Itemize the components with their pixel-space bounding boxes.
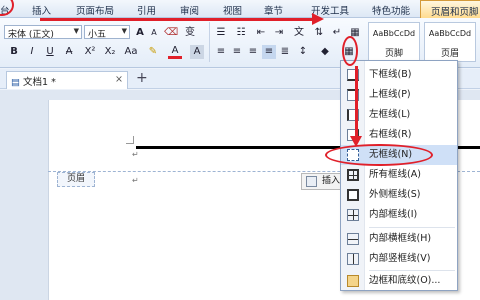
chevron-down-icon: ▼ — [73, 27, 79, 35]
menu-item-all-borders[interactable]: 所有框线(A) — [341, 165, 457, 185]
char-shading-icon[interactable]: A — [190, 45, 204, 59]
header-label: 页眉 — [57, 172, 95, 187]
menu-item-inside-vertical[interactable]: 内部竖框线(V) — [341, 249, 457, 269]
menu-item-label: 内部竖框线(V) — [369, 253, 431, 264]
strikethrough-icon[interactable]: A̶ — [62, 45, 76, 59]
menu-item-label: 左框线(L) — [369, 109, 411, 120]
all-borders-icon — [347, 169, 359, 181]
grow-font-button[interactable]: A — [134, 26, 146, 40]
show-marks-icon[interactable]: ↵ — [330, 26, 344, 40]
tab-insert[interactable]: 插入 — [32, 3, 51, 17]
align-center-icon[interactable]: ≡ — [230, 45, 244, 59]
decrease-indent-icon[interactable]: ⇤ — [254, 26, 268, 40]
ribbon-tab-bar: 台 插入 页面布局 引用 审阅 视图 章节 开发工具 特色功能 页眉和页脚 — [0, 0, 480, 19]
clear-format-icon[interactable]: ⌫ — [164, 26, 178, 40]
document-tab[interactable]: ▤ 文档1 * × — [6, 71, 128, 89]
menu-item-label: 上框线(P) — [369, 89, 411, 100]
distributed-icon[interactable]: ≣ — [278, 45, 292, 59]
paragraph-mark: ↵ — [132, 150, 139, 159]
menu-item-bottom-border[interactable]: 下框线(B) — [341, 65, 457, 85]
font-name-select[interactable]: 宋体 (正文) ▼ — [4, 25, 82, 39]
new-tab-button[interactable]: + — [136, 70, 148, 86]
align-left-icon[interactable]: ≡ — [214, 45, 228, 59]
font-color-button[interactable]: A — [168, 45, 182, 59]
menu-item-inside-borders[interactable]: 内部框线(I) — [341, 205, 457, 225]
outside-borders-icon — [347, 189, 359, 201]
chevron-down-icon: ▼ — [121, 27, 127, 35]
style-header[interactable]: AaBbCcDd 页眉 — [424, 22, 476, 62]
tab-view[interactable]: 视图 — [223, 3, 242, 17]
tab-special-features[interactable]: 特色功能 — [372, 3, 410, 17]
menu-item-label: 下框线(B) — [369, 69, 412, 80]
inside-horizontal-border-icon — [347, 233, 359, 245]
bullet-list-icon[interactable]: ☰ — [214, 26, 228, 40]
pinyin-icon[interactable]: 变 — [183, 26, 197, 40]
font-name-value: 宋体 (正文) — [8, 30, 54, 39]
style-name: 页脚 — [384, 49, 403, 59]
menu-separator — [369, 227, 455, 228]
highlight-icon[interactable]: ✎ — [146, 45, 160, 59]
style-name: 页眉 — [440, 49, 459, 59]
increase-indent-icon[interactable]: ⇥ — [272, 26, 286, 40]
menu-item-left-border[interactable]: 左框线(L) — [341, 105, 457, 125]
superscript-icon[interactable]: X² — [82, 45, 98, 59]
insert-icon — [306, 176, 317, 187]
ribbon-divider — [209, 22, 210, 62]
tab-references[interactable]: 引用 — [137, 3, 156, 17]
annotation-oval — [325, 144, 433, 166]
close-icon[interactable]: × — [115, 74, 123, 85]
tab-section[interactable]: 章节 — [264, 3, 283, 17]
line-spacing-icon[interactable]: ↕ — [296, 45, 310, 59]
annotation-arrow — [355, 66, 358, 138]
menu-item-borders-shading[interactable]: 边框和底纹(O)... — [341, 271, 457, 291]
annotation-arrowhead — [312, 13, 324, 25]
change-case-icon[interactable]: Aa — [124, 45, 138, 59]
menu-item-outside-borders[interactable]: 外侧框线(S) — [341, 185, 457, 205]
menu-item-label: 右框线(R) — [369, 129, 412, 140]
inside-vertical-border-icon — [347, 253, 359, 265]
font-size-value: 小五 — [88, 30, 107, 39]
document-icon: ▤ — [11, 77, 20, 88]
menu-item-label: 外侧框线(S) — [369, 189, 421, 200]
menu-item-inside-horizontal[interactable]: 内部横框线(H) — [341, 229, 457, 249]
font-size-select[interactable]: 小五 ▼ — [84, 25, 130, 39]
paragraph-mark: ↵ — [132, 176, 139, 185]
justify-icon[interactable]: ≡ — [262, 45, 276, 59]
style-preview: AaBbCcDd — [372, 29, 416, 38]
annotation-oval — [342, 36, 358, 66]
style-footer[interactable]: AaBbCcDd 页脚 — [368, 22, 420, 62]
align-right-icon[interactable]: ≡ — [246, 45, 260, 59]
menu-item-label: 边框和底纹(O)... — [369, 275, 441, 286]
shrink-font-button[interactable]: A — [148, 26, 160, 40]
subscript-icon[interactable]: X₂ — [102, 45, 118, 59]
numbered-list-icon[interactable]: ☷ — [234, 26, 248, 40]
inside-borders-icon — [347, 209, 359, 221]
menu-item-label: 内部横框线(H) — [369, 233, 432, 244]
asian-layout-icon[interactable]: 文 — [292, 26, 306, 40]
menu-item-label: 所有框线(A) — [369, 169, 421, 180]
shading-icon[interactable]: ◆ — [318, 45, 332, 59]
tab-header-footer[interactable]: 页眉和页脚 — [420, 0, 480, 19]
crop-mark — [126, 136, 134, 144]
insert-label: 插入 — [322, 176, 341, 186]
bold-button[interactable]: B — [8, 45, 20, 59]
tab-page-layout[interactable]: 页面布局 — [76, 3, 114, 17]
menu-item-label: 内部框线(I) — [369, 209, 418, 220]
menu-item-top-border[interactable]: 上框线(P) — [341, 85, 457, 105]
sort-icon[interactable]: ⇅ — [312, 26, 326, 40]
document-tab-title: 文档1 * — [23, 77, 56, 88]
style-preview: AaBbCcDd — [428, 29, 472, 38]
tab-review[interactable]: 审阅 — [180, 3, 199, 17]
underline-button[interactable]: U — [44, 45, 56, 59]
borders-shading-icon — [347, 275, 359, 287]
italic-button[interactable]: I — [26, 45, 38, 59]
annotation-arrow — [40, 18, 312, 21]
